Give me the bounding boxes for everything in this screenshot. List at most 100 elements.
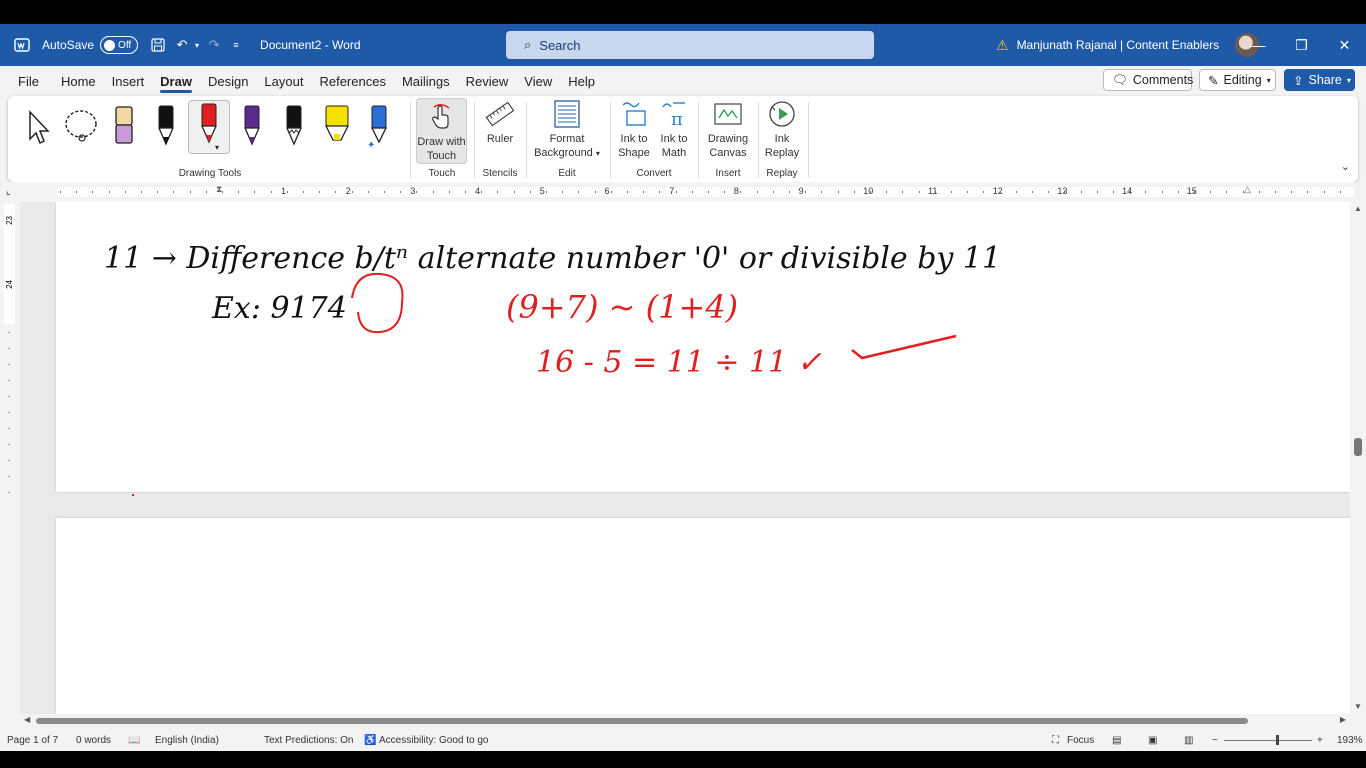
hscroll-thumb[interactable] (36, 718, 1248, 724)
ink-line-4[interactable]: 16 - 5 = 11 ÷ 11 ✓ (536, 345, 822, 380)
tab-design[interactable]: Design (200, 66, 256, 96)
ink-red-circle[interactable] (351, 272, 404, 334)
pen-black-icon[interactable] (154, 100, 178, 154)
vertical-scrollbar[interactable]: ▲ ▼ (1350, 202, 1366, 722)
ink-line-1[interactable]: 11 → Difference b/tⁿ alternate number '0… (104, 241, 1001, 276)
ruler-tick (1194, 191, 1195, 193)
pen-purple-icon[interactable] (240, 100, 264, 154)
status-predictions[interactable]: Text Predictions: On (264, 735, 353, 746)
tab-layout[interactable]: Layout (256, 66, 311, 96)
zoom-slider[interactable] (1224, 740, 1312, 741)
ink-line-2[interactable]: Ex: 9174 (211, 291, 347, 326)
ink-replay-button[interactable]: Ink Replay (760, 98, 804, 160)
print-layout-icon[interactable]: ▣ (1148, 735, 1157, 746)
ruler-button[interactable]: Ruler (478, 98, 522, 146)
tab-insert[interactable]: Insert (104, 66, 153, 96)
zoom-in-icon[interactable]: + (1317, 735, 1323, 746)
search-box[interactable]: ⌕ Search (506, 31, 874, 59)
ruler-tick (805, 191, 807, 193)
drawing-canvas-button[interactable]: Drawing Canvas (702, 98, 754, 160)
horizontal-scrollbar[interactable]: ◀ ▶ (20, 714, 1350, 728)
minimize-icon[interactable]: — (1237, 24, 1280, 66)
ink-to-math-button[interactable]: π Ink to Math (656, 98, 692, 160)
scroll-up-icon[interactable]: ▲ (1354, 204, 1362, 213)
ruler-number: 12 (992, 186, 1003, 196)
user-area[interactable]: ⚠ Manjunath Rajanal | Content Enablers (996, 24, 1260, 66)
scroll-left-icon[interactable]: ◀ (24, 715, 30, 724)
ruler-number: 14 (1122, 186, 1133, 196)
page-1[interactable]: 11 → Difference b/tⁿ alternate number '0… (56, 202, 1350, 492)
tab-selector-icon[interactable]: ⌞ (6, 186, 11, 197)
undo-icon[interactable]: ↶ (172, 35, 192, 55)
tab-view[interactable]: View (516, 66, 560, 96)
ruler-tick (1032, 191, 1033, 193)
web-layout-icon[interactable]: ▥ (1184, 735, 1193, 746)
pen-galaxy-blue-icon[interactable]: ✦ (366, 100, 392, 154)
collapse-ribbon-icon[interactable]: ⌄ (1341, 160, 1350, 173)
zoom-out-icon[interactable]: − (1212, 735, 1218, 746)
ruler-tick (497, 191, 499, 193)
ribbon-separator (526, 102, 527, 178)
draw-with-touch-button[interactable]: Draw with Touch (416, 98, 467, 164)
right-indent-marker-icon[interactable]: △ (1244, 184, 1251, 195)
page-2[interactable] (56, 518, 1350, 722)
ruler-tick (659, 191, 661, 193)
status-language[interactable]: English (India) (155, 735, 219, 746)
eraser-icon[interactable] (112, 100, 136, 154)
ruler-tick (1015, 191, 1017, 193)
pencil-black-icon[interactable] (282, 100, 306, 154)
status-focus[interactable]: Focus (1067, 735, 1094, 746)
comments-button[interactable]: 🗨 Comments (1103, 69, 1193, 91)
status-page[interactable]: Page 1 of 7 (7, 735, 58, 746)
scroll-down-icon[interactable]: ▼ (1354, 702, 1362, 711)
tab-draw[interactable]: Draw (152, 66, 200, 96)
editing-button[interactable]: ✎ Editing ▾ (1199, 69, 1276, 91)
tab-help[interactable]: Help (560, 66, 603, 96)
ruler-tick (627, 191, 628, 193)
close-icon[interactable]: ✕ (1323, 24, 1366, 66)
ruler-tick (448, 191, 450, 193)
highlighter-yellow-icon[interactable] (322, 100, 352, 154)
ink-line-3[interactable]: (9+7) ~ (1+4) (506, 288, 738, 326)
ruler-tick (1339, 191, 1341, 193)
status-zoom[interactable]: 193% (1337, 735, 1363, 746)
ruler-tick (189, 191, 191, 193)
ink-drawing[interactable]: 11 → Difference b/tⁿ alternate number '0… (56, 202, 1350, 492)
document-canvas[interactable]: 11 → Difference b/tⁿ alternate number '0… (20, 202, 1350, 722)
focus-icon: ⛶ (1052, 735, 1059, 746)
zoom-slider-thumb[interactable] (1276, 735, 1279, 745)
read-mode-icon[interactable]: ▤ (1112, 735, 1121, 746)
scroll-right-icon[interactable]: ▶ (1340, 715, 1346, 724)
save-icon[interactable] (148, 35, 168, 55)
vscroll-thumb[interactable] (1354, 438, 1362, 456)
autosave-toggle[interactable]: Off (100, 36, 139, 54)
pen-red-selected-icon[interactable]: ▾ (188, 100, 230, 154)
proofing-icon[interactable]: 📖 (128, 735, 140, 746)
vruler-label-23: 23 (5, 216, 14, 225)
status-words[interactable]: 0 words (76, 735, 111, 746)
indent-marker-icon[interactable]: ⧗ (216, 184, 222, 195)
toggle-knob (104, 39, 116, 51)
select-objects-icon[interactable] (22, 100, 54, 154)
ruler-tick (1113, 191, 1114, 193)
share-button[interactable]: ⇪ Share ▾ (1284, 69, 1355, 91)
format-background-button[interactable]: Format Background ▾ (530, 98, 604, 161)
ruler-tick (789, 191, 790, 193)
undo-dropdown-icon[interactable]: ▾ (192, 35, 202, 55)
format-background-label-1: Format (549, 133, 585, 145)
lasso-select-icon[interactable] (62, 100, 102, 154)
tab-references[interactable]: References (311, 66, 393, 96)
customize-qat-icon[interactable]: ≡ (226, 35, 246, 55)
restore-icon[interactable]: ❐ (1280, 24, 1323, 66)
ink-red-check[interactable] (851, 334, 957, 360)
status-accessibility[interactable]: Accessibility: Good to go (379, 735, 489, 746)
ruler-tick (756, 191, 758, 193)
draw-with-touch-label-2: Touch (426, 150, 457, 162)
ruler-tick (967, 191, 969, 193)
tab-mailings[interactable]: Mailings (394, 66, 458, 96)
ink-to-shape-button[interactable]: Ink to Shape (614, 98, 654, 160)
redo-icon[interactable]: ↷ (204, 35, 224, 55)
tab-file[interactable]: File (10, 66, 47, 96)
tab-review[interactable]: Review (458, 66, 517, 96)
tab-home[interactable]: Home (53, 66, 104, 96)
